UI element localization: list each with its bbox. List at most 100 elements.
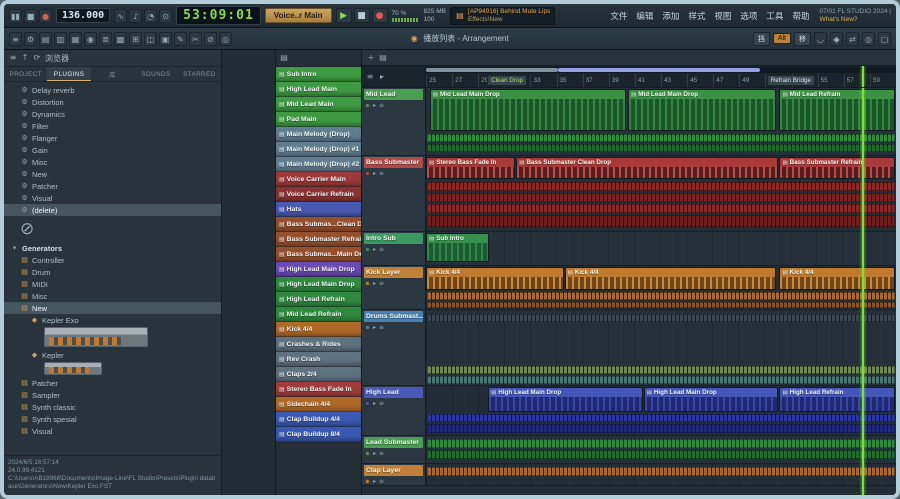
multilink-icon[interactable]: ◉ <box>84 32 97 46</box>
cut-tool-icon[interactable]: ✂ <box>189 32 202 46</box>
playlist-icon[interactable]: ≣ <box>99 32 112 46</box>
record-button[interactable]: ● <box>372 8 388 23</box>
pattern-item-voice-carrier-refrain-8[interactable]: ▤Voice Carrier Refrain <box>276 187 361 202</box>
song-mode-icon[interactable]: ♪ <box>129 9 142 23</box>
scroll-minimap[interactable] <box>426 67 896 73</box>
track-expand-icon[interactable]: ▸ <box>373 324 376 331</box>
pattern-lane[interactable] <box>427 450 895 459</box>
browser-item-flanger[interactable]: ⚙Flanger <box>4 132 221 144</box>
track-expand-icon[interactable]: ▸ <box>373 280 376 287</box>
playhead-ruler[interactable] <box>862 66 864 87</box>
track-menu-icon[interactable]: ≡ <box>379 246 384 253</box>
time-display[interactable]: 53:09:01 <box>176 6 261 25</box>
pattern-item-kick-4-4-17[interactable]: ▤Kick 4/4 <box>276 322 361 337</box>
pattern-item-clap-buildup-4-4-23[interactable]: ▤Clap Buildup 4/4 <box>276 412 361 427</box>
pattern-item-pad-main-3[interactable]: ▤Pad Main <box>276 112 361 127</box>
minimap-segment-0[interactable] <box>426 68 558 72</box>
track-mute-led[interactable] <box>365 479 370 484</box>
pause-icon[interactable]: ▮▮ <box>9 9 22 23</box>
wrench-icon[interactable]: ⚙ <box>24 32 37 46</box>
browser-item-sampler[interactable]: ▤Sampler <box>4 389 221 401</box>
browser-item-synth-classic[interactable]: ▤Synth classic <box>4 401 221 413</box>
track-menu-icon[interactable]: ≡ <box>379 324 384 331</box>
picker-menu-icon[interactable]: ▤ <box>279 51 289 65</box>
browser-item-new[interactable]: ⚙New <box>4 168 221 180</box>
playlist-clip-high-lead-main-drop[interactable]: ▤High Lead Main Drop <box>644 387 778 412</box>
browser-item-filter[interactable]: ⚙Filter <box>4 120 221 132</box>
toolbar-toggle--0[interactable]: 挡 <box>753 32 770 46</box>
browser-item-patcher[interactable]: ⚙Patcher <box>4 180 221 192</box>
browser-item-visual[interactable]: ▤Visual <box>4 425 221 437</box>
browser-tab-sounds[interactable]: SOUNDS <box>134 67 177 81</box>
track-lane-area[interactable] <box>426 464 896 485</box>
playlist-clip-kick-4-4[interactable]: ▤Kick 4/4 <box>565 267 777 290</box>
snap-magnet-icon[interactable]: ◡ <box>814 32 827 46</box>
track-mute-led[interactable] <box>365 281 370 286</box>
browser-tab-[interactable]: 库 <box>91 67 134 81</box>
minimap-segment-1[interactable] <box>558 68 760 72</box>
playlist-clip-mid-lead-refrain[interactable]: ▤Mid Lead Refrain <box>779 89 895 131</box>
track-header-bass-submaster[interactable]: Bass Submaster▸≡ <box>362 156 426 231</box>
track-header-clap-layer[interactable]: Clap Layer▸≡ <box>362 464 426 485</box>
track-header-intro-sub[interactable]: Intro Sub▸≡ <box>362 232 426 265</box>
menu-item-0[interactable]: 文件 <box>610 10 627 22</box>
track-lane-area[interactable] <box>426 310 896 385</box>
menu-item-3[interactable]: 样式 <box>688 10 705 22</box>
browser-item-midi[interactable]: ▤MIDI <box>4 278 221 290</box>
ruler-options-icon[interactable]: ≡ <box>365 70 375 84</box>
midi-keyboard-icon[interactable]: ▥ <box>54 32 67 46</box>
record-arm-icon[interactable]: ● <box>39 9 52 23</box>
browser-item-distortion[interactable]: ⚙Distortion <box>4 96 221 108</box>
browser-item-gain[interactable]: ⚙Gain <box>4 144 221 156</box>
browser-item-synth-spesial[interactable]: ▤Synth spesial <box>4 413 221 425</box>
playlist-clip-mid-lead-main-drop[interactable]: ▤Mid Lead Main Drop <box>430 89 626 131</box>
track-menu-icon[interactable]: ≡ <box>379 280 384 287</box>
track-expand-icon[interactable]: ▸ <box>373 170 376 177</box>
pattern-item-sidechain-4-4-22[interactable]: ▤Sidechain 4/4 <box>276 397 361 412</box>
browser-up-icon[interactable]: ↑ <box>20 51 30 65</box>
browser-tab-plugins[interactable]: PLUGINS <box>47 67 90 81</box>
channel-rack-icon[interactable]: ⊞ <box>129 32 142 46</box>
menu-item-2[interactable]: 添加 <box>662 10 679 22</box>
detach-window-icon[interactable]: ▢ <box>878 32 891 46</box>
playlist-clip-mid-lead-main-drop[interactable]: ▤Mid Lead Main Drop <box>628 89 776 131</box>
pattern-item-bass-submaster-refrain-11[interactable]: ▤Bass Submaster Refrain <box>276 232 361 247</box>
track-header-high-lead[interactable]: High Lead▸≡ <box>362 386 426 435</box>
playlist-clip-kick-4-4[interactable]: ▤Kick 4/4 <box>779 267 895 290</box>
track-mute-led[interactable] <box>365 247 370 252</box>
pattern-lane[interactable] <box>427 182 895 191</box>
mixer-icon[interactable]: ◫ <box>144 32 157 46</box>
track-lane-area[interactable]: ▤Sub Intro <box>426 232 896 265</box>
pattern-lane[interactable] <box>427 467 895 476</box>
browser-item-kepler-exo[interactable]: ◆Kepler Exo <box>4 314 221 326</box>
pattern-lane[interactable] <box>427 144 895 152</box>
timeline-marker-clean-drop[interactable]: Clean Drop <box>487 75 527 86</box>
playlist-clip-high-lead-refrain[interactable]: ▤High Lead Refrain <box>779 387 895 412</box>
playlist-clip-bass-submaster-clean-drop[interactable]: ▤Bass Submaster Clean Drop <box>516 157 777 179</box>
pattern-lane[interactable] <box>427 292 895 300</box>
toolbar-toggle--2[interactable]: 移 <box>794 32 811 46</box>
track-mute-led[interactable] <box>365 401 370 406</box>
track-mute-led[interactable] <box>365 171 370 176</box>
track-header-kick-layer[interactable]: Kick Layer▸≡ <box>362 266 426 309</box>
pattern-item-voice-carrier-main-7[interactable]: ▤Voice Carrier Main <box>276 172 361 187</box>
zoom-tool-icon[interactable]: ◎ <box>219 32 232 46</box>
track-mute-led[interactable] <box>365 451 370 456</box>
track-mute-led[interactable] <box>365 103 370 108</box>
add-pattern-icon[interactable]: + <box>366 51 376 65</box>
menu-item-4[interactable]: 视图 <box>714 10 731 22</box>
pattern-item-main-melody-drop-2-6[interactable]: ▤Main Melody (Drop) #2 <box>276 157 361 172</box>
menu-item-5[interactable]: 选项 <box>740 10 757 22</box>
pattern-item-claps-2-4-20[interactable]: ▤Claps 2/4 <box>276 367 361 382</box>
pattern-item-hats-9[interactable]: ▤Hats <box>276 202 361 217</box>
pattern-item-bass-submas-clean-drop-10[interactable]: ▤Bass Submas...Clean Drop <box>276 217 361 232</box>
track-menu-icon[interactable]: ≡ <box>379 450 384 457</box>
track-menu-icon[interactable]: ≡ <box>379 102 384 109</box>
pattern-item-high-lead-main-drop-14[interactable]: ▤High Lead Main Drop <box>276 277 361 292</box>
track-lane-area[interactable]: ▤High Lead Main Drop▤High Lead Main Drop… <box>426 386 896 435</box>
pattern-lane[interactable] <box>427 376 895 384</box>
track-expand-icon[interactable]: ▸ <box>373 478 376 485</box>
pattern-mode-icon[interactable]: ∿ <box>114 9 127 23</box>
browser-item-dynamics[interactable]: ⚙Dynamics <box>4 108 221 120</box>
pattern-picker-toggle-icon[interactable]: ▤ <box>378 51 388 65</box>
